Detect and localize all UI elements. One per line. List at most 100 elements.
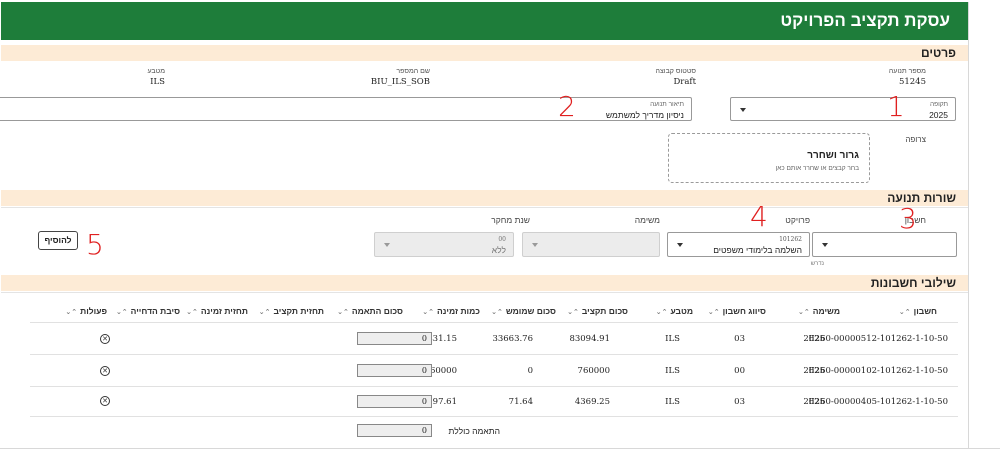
lines-section-bar: שורות תנועה xyxy=(1,190,968,206)
task-column-label: משימה xyxy=(634,215,660,225)
year-column-label: שנת מחקר xyxy=(491,215,530,225)
transaction-number-value: 51245 xyxy=(898,77,926,87)
cell-account: E260-00000512-101262-1-10-50 xyxy=(808,334,948,344)
cell-account: E260-00000102-101262-1-10-50 xyxy=(808,366,948,376)
total-adjust-number: 0 xyxy=(421,426,427,435)
col-task-label: משימה xyxy=(812,306,840,316)
accounts-divider xyxy=(1,292,968,293)
annotation-1: 1 xyxy=(887,90,905,123)
year-value: ללא xyxy=(491,245,506,255)
col-adjust-label: סכום התאמה xyxy=(351,306,403,316)
transaction-number-label: מספר תנועה xyxy=(888,68,926,75)
accounts-section-title: שילובי חשבונות xyxy=(870,276,956,290)
annotation-4: 4 xyxy=(750,200,768,233)
cell-currency: ILS xyxy=(665,397,680,407)
col-reject-reason[interactable]: סיבת הדחייה⌃⌄ xyxy=(116,306,180,316)
total-adjust-value: 0 xyxy=(357,424,432,437)
col-currency-label: מטבע xyxy=(670,306,693,316)
col-account-class-label: סיווג חשבון xyxy=(722,306,766,316)
annotation-2: 2 xyxy=(558,90,576,123)
file-dropzone[interactable]: גרור ושחרר בחר קבצים או שחרר אותם כאן xyxy=(668,133,870,183)
cell-task: 2025 xyxy=(803,366,825,376)
adjust-input[interactable]: 0 xyxy=(357,332,432,345)
research-year-select[interactable]: 00 ללא xyxy=(374,232,514,257)
col-budget[interactable]: סכום תקציב⌃⌄ xyxy=(567,306,628,316)
col-budget-label: סכום תקציב xyxy=(581,306,628,316)
description-value: ניסיון מדריך למשתמש xyxy=(605,110,684,120)
cell-class: 00 xyxy=(734,366,745,376)
annotation-5: 5 xyxy=(86,228,104,261)
chevron-down-icon xyxy=(677,243,683,247)
cell-budget: 83094.91 xyxy=(569,334,610,344)
remove-row-icon[interactable]: ✕ xyxy=(100,334,110,344)
year-code: 00 xyxy=(498,236,506,243)
chevron-down-icon xyxy=(740,108,746,112)
col-available-forecast[interactable]: תחזית זמינה⌃⌄ xyxy=(186,306,248,316)
lines-divider xyxy=(1,207,968,208)
account-select[interactable] xyxy=(812,232,957,257)
sort-icon: ⌃⌄ xyxy=(422,309,435,316)
period-select[interactable]: תקופה 2025 xyxy=(730,97,956,121)
required-hint: נדרש xyxy=(810,261,824,267)
col-used[interactable]: סכום שמומש⌃⌄ xyxy=(491,306,556,316)
sort-icon: ⌃⌄ xyxy=(707,309,720,316)
cell-task: 2025 xyxy=(803,397,825,407)
total-adjust-label: התאמה כוללת xyxy=(448,426,500,436)
col-budget-forecast[interactable]: תחזית תקציב⌃⌄ xyxy=(259,306,324,316)
adjust-value: 0 xyxy=(421,366,427,375)
cell-budget: 4369.25 xyxy=(574,397,610,407)
adjust-value: 0 xyxy=(421,397,427,406)
page-header: עסקת תקציב הפרויקט xyxy=(1,2,968,40)
lines-section-title: שורות תנועה xyxy=(887,191,956,205)
chevron-down-icon xyxy=(384,243,390,247)
cell-currency: ILS xyxy=(665,334,680,344)
adjust-input[interactable]: 0 xyxy=(357,395,432,408)
cell-used: 71.64 xyxy=(508,397,533,407)
col-adjust[interactable]: סכום התאמה⌃⌄ xyxy=(337,306,403,316)
project-code: 101262 xyxy=(779,236,802,243)
sort-icon: ⌃⌄ xyxy=(898,309,911,316)
sort-icon: ⌃⌄ xyxy=(798,309,810,316)
project-name: השלמה בלימודי משפטים xyxy=(713,245,802,255)
col-used-label: סכום שמומש xyxy=(505,306,556,316)
cell-task: 2025 xyxy=(803,334,825,344)
col-available[interactable]: כמות זמינה⌃⌄ xyxy=(422,306,480,316)
cell-used: 0 xyxy=(527,366,533,376)
window-frame-bottom xyxy=(0,448,1000,454)
details-section-bar: פרטים xyxy=(1,45,968,61)
attachment-label: צרופה xyxy=(905,135,926,144)
col-currency[interactable]: מטבע⌃⌄ xyxy=(656,306,693,316)
add-line-button[interactable]: להוסיף xyxy=(38,231,78,250)
group-status-value: Draft xyxy=(673,77,696,87)
annotation-3: 3 xyxy=(899,202,917,235)
sort-icon: ⌃⌄ xyxy=(65,309,78,316)
currency-value: ILS xyxy=(150,77,165,87)
page-title: עסקת תקציב הפרויקט xyxy=(780,11,950,30)
chevron-down-icon xyxy=(532,243,538,247)
col-account[interactable]: חשבון⌃⌄ xyxy=(899,306,937,316)
remove-row-icon[interactable]: ✕ xyxy=(100,366,110,376)
cell-class: 03 xyxy=(734,397,745,407)
task-select[interactable] xyxy=(522,232,660,257)
sort-icon: ⌃⌄ xyxy=(567,309,579,316)
adjust-input[interactable]: 0 xyxy=(357,364,432,377)
chevron-down-icon xyxy=(822,243,828,247)
project-column-label: פרויקט xyxy=(785,215,810,225)
description-input[interactable]: תיאור תנועה ניסיון מדריך למשתמש xyxy=(0,97,692,121)
cell-account: E260-00000405-101262-1-10-50 xyxy=(808,397,948,407)
remove-row-icon[interactable]: ✕ xyxy=(100,396,110,406)
number-name-value: BIU_ILS_SOB xyxy=(370,77,430,87)
currency-label: מטבע xyxy=(147,68,166,75)
project-select[interactable]: 101262 השלמה בלימודי משפטים xyxy=(667,232,810,257)
col-account-label: חשבון xyxy=(913,306,937,316)
col-account-class[interactable]: סיווג חשבון⌃⌄ xyxy=(708,306,766,316)
header-row-divider xyxy=(30,322,958,323)
window-frame-right xyxy=(968,2,998,454)
accounts-section-bar: שילובי חשבונות xyxy=(1,275,968,291)
group-status-label: סטטוס קבוצה xyxy=(655,68,696,75)
adjust-value: 0 xyxy=(421,334,427,343)
col-task[interactable]: משימה⌃⌄ xyxy=(798,306,840,316)
col-actions[interactable]: פעולות⌃⌄ xyxy=(65,306,107,316)
sort-icon: ⌃⌄ xyxy=(115,309,128,316)
col-budget-forecast-label: תחזית תקציב xyxy=(273,306,324,316)
